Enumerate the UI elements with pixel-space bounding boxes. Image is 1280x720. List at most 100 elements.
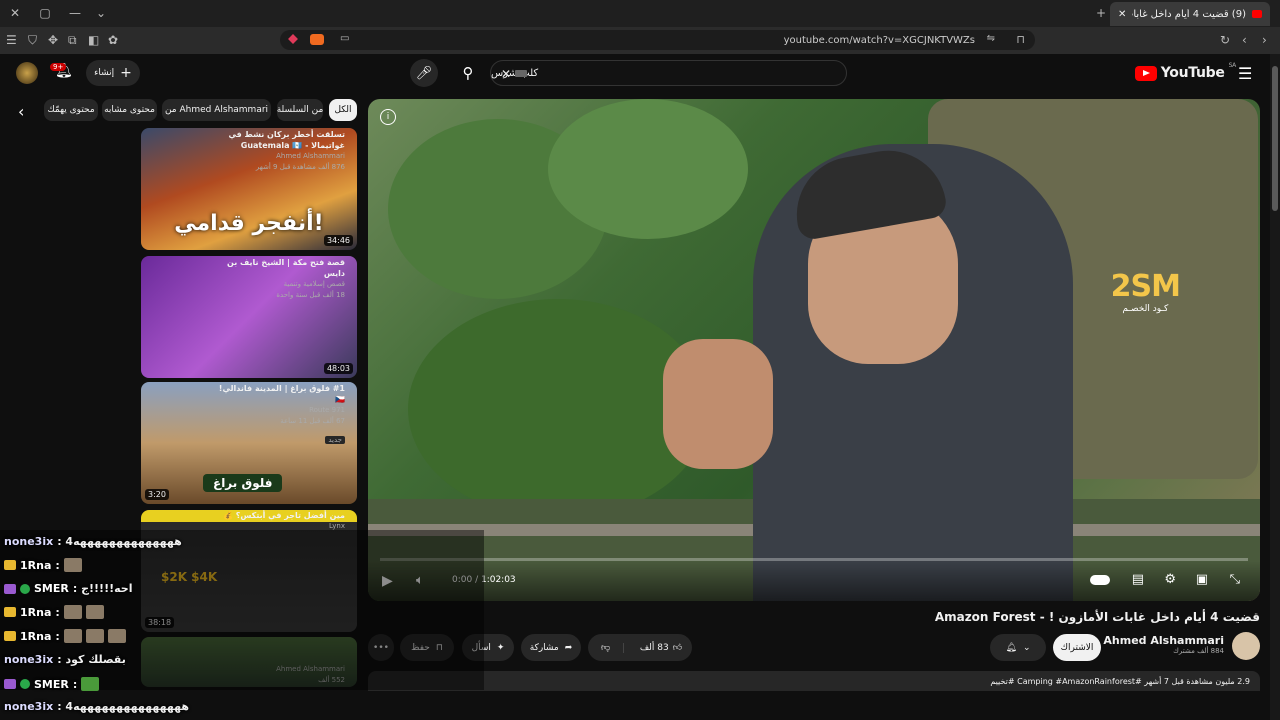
scrollbar-thumb[interactable] [1272,66,1278,211]
address-bar[interactable]: ▭ youtube.com/watch?v=XGCJNKTVWZs ⇋ ⊓ [280,30,1035,50]
chat-text: : [55,558,60,572]
region-code: SA [1228,62,1237,69]
video-title: قضيت 4 أيام داخل غابات الأمازون ! - Amaz… [934,610,1260,624]
extensions-icon[interactable]: ✥ [48,33,58,47]
chevron-down-icon: ⌄ [1022,642,1031,653]
puzzle-icon[interactable]: ✿ [108,33,118,47]
chip-channel[interactable]: من Ahmed Alshammari [162,99,271,121]
brave-icon[interactable] [288,34,298,44]
youtube-play-icon [1134,65,1157,81]
close-icon[interactable]: ✕ [8,6,22,20]
share-icon: ➦ [564,642,573,653]
chip-for-you[interactable]: محتوى يهمّك [44,99,98,121]
shield-icon[interactable]: ⛉ [28,33,37,48]
subscriber-badge-icon [4,607,16,617]
channel-avatar[interactable] [1232,632,1260,660]
chip-related[interactable]: محتوى مشابه [102,99,157,121]
share-button[interactable]: ➦ مشاركة [521,634,581,661]
chat-username: none3ix [4,700,54,713]
channel-info[interactable]: Ahmed Alshammari 884 ألف مشترك [1103,634,1224,655]
chat-username: 1Rna [20,558,52,572]
tab-close-icon[interactable]: ✕ [1118,9,1126,20]
account-avatar[interactable] [16,62,38,84]
chat-username: SMER [34,677,69,691]
thumbs-down-icon: 👎︎ [600,642,611,653]
autoplay-toggle[interactable] [1090,575,1110,585]
video-title[interactable]: تسلقت أخطر بركان نشط في غواتيمالا - Guat… [211,129,345,151]
chat-text: : [72,677,78,691]
description-box[interactable]: 2.9 مليون مشاهدة قبل 7 أشهر #Camping #Am… [368,671,1260,691]
bookmark-icon[interactable]: ⊓ [1016,33,1025,46]
verified-badge-icon [20,583,30,594]
chat-message: SMER : احه!!!!!ج [4,582,132,595]
clear-search-icon[interactable]: ✕ [501,67,511,81]
moderator-badge-icon [4,679,16,689]
hamburger-menu-icon[interactable]: ☰ [1238,64,1252,83]
browser-tabbar: ✕ ▢ — ⌄ + (9) قضيت 4 أيام داخل غابات الأ… [0,0,1280,27]
minimize-icon[interactable]: — [68,6,82,20]
reader-mode-icon[interactable]: ▭ [340,33,349,44]
channel-name[interactable]: Route 971 [211,405,345,416]
video-title[interactable]: #1 فلوق براغ | المدينة فاندالي! 🇨🇿 [211,383,345,405]
list-item[interactable]: قصة فتح مكة | الشيخ نايف بن دايس قصص إسل… [211,257,345,301]
chip-series[interactable]: من السلسلة [277,99,323,121]
chat-username: 1Rna [20,629,52,643]
chevron-down-icon[interactable]: ⌄ [94,6,108,20]
tabs-icon[interactable]: ⧉ [68,33,77,48]
brave-shield-icon[interactable] [310,34,324,45]
subscribe-button[interactable]: الاشتراك [1053,634,1101,661]
duration-badge: 48:03 [323,363,353,374]
chat-username: none3ix [4,653,54,666]
channel-name[interactable]: Ahmed Alshammari [211,151,345,162]
channel-name[interactable]: Ahmed Alshammari [1103,634,1224,647]
chat-message: SMER : [4,677,100,691]
list-item[interactable]: تسلقت أخطر بركان نشط في غواتيمالا - Guat… [211,129,345,173]
youtube-favicon-icon [1252,10,1262,18]
chat-username: 1Rna [20,605,52,619]
new-tab-icon[interactable]: + [1094,6,1108,20]
search-icon[interactable]: ⚲ [450,58,486,88]
moderator-badge-icon [4,583,16,594]
subtitles-icon[interactable]: ▤ [1132,572,1144,587]
settings-gear-icon[interactable]: ⚙ [1164,572,1176,587]
forward-icon[interactable]: › [1262,33,1267,47]
description-text: 2.9 مليون مشاهدة قبل 7 أشهر #Camping #Am… [990,676,1250,686]
share-link-icon[interactable]: ⇋ [987,33,995,44]
menu-icon[interactable]: ☰ [6,33,17,47]
reload-icon[interactable]: ↻ [1220,33,1230,47]
info-icon[interactable]: i [380,109,396,125]
emote-icon [85,605,104,619]
video-title[interactable]: قصة فتح مكة | الشيخ نايف بن دايس [211,257,345,279]
fullscreen-icon[interactable]: ⤡ [1230,572,1240,587]
duration-badge: 3:20 [145,489,169,500]
notification-settings-button[interactable]: ⌄ 🔔︎ [990,634,1046,661]
create-button[interactable]: + إنشاء [86,60,140,86]
youtube-logo[interactable]: YouTube SA [1134,62,1237,84]
like-dislike-group: 👍︎ 83 ألف 👎︎ [588,634,692,661]
search-box[interactable]: كلب شرس ✕ [490,60,847,86]
dislike-button[interactable]: 👎︎ [588,642,624,653]
back-icon[interactable]: ‹ [1242,33,1247,47]
chat-message: none3ix : بقصلك كود [4,653,126,666]
chat-message: 1Rna : [4,605,104,619]
emote-icon [63,558,82,572]
thumbnail-caption: فلوق براغ [203,474,283,492]
chip-all[interactable]: الكل [329,99,357,121]
list-item[interactable]: مين أفضل تاجر في أبتكس؟ 💰 Lynx [211,510,345,532]
list-item[interactable]: #1 فلوق براغ | المدينة فاندالي! 🇨🇿 Route… [211,383,345,446]
sidebar-icon[interactable]: ◧ [88,33,99,47]
video-title[interactable]: مين أفضل تاجر في أبتكس؟ 💰 [211,510,345,521]
restore-icon[interactable]: ▢ [38,6,52,20]
like-button[interactable]: 👍︎ 83 ألف [630,643,692,653]
keyboard-icon[interactable] [515,70,527,77]
video-meta: 18 ألف قبل سنة واحدة [276,291,345,299]
chips-scroll-left-icon[interactable]: ‹ [18,102,24,121]
emote-icon [85,629,104,643]
emote-icon [107,629,126,643]
tab-active[interactable]: (9) قضيت 4 أيام داخل غابات الأمازون ✕ [1110,2,1270,26]
microphone-icon[interactable]: 🎤︎ [410,59,438,87]
duration-badge: 34:46 [323,235,353,246]
video-player[interactable]: i 2SM كـود الخصـم ▶ 🔈︎ 0:00 / 1:02:03 ▤ … [368,99,1260,601]
miniplayer-icon[interactable]: ▣ [1196,572,1208,587]
channel-name[interactable]: قصص إسلامية وتنمية [211,279,345,290]
